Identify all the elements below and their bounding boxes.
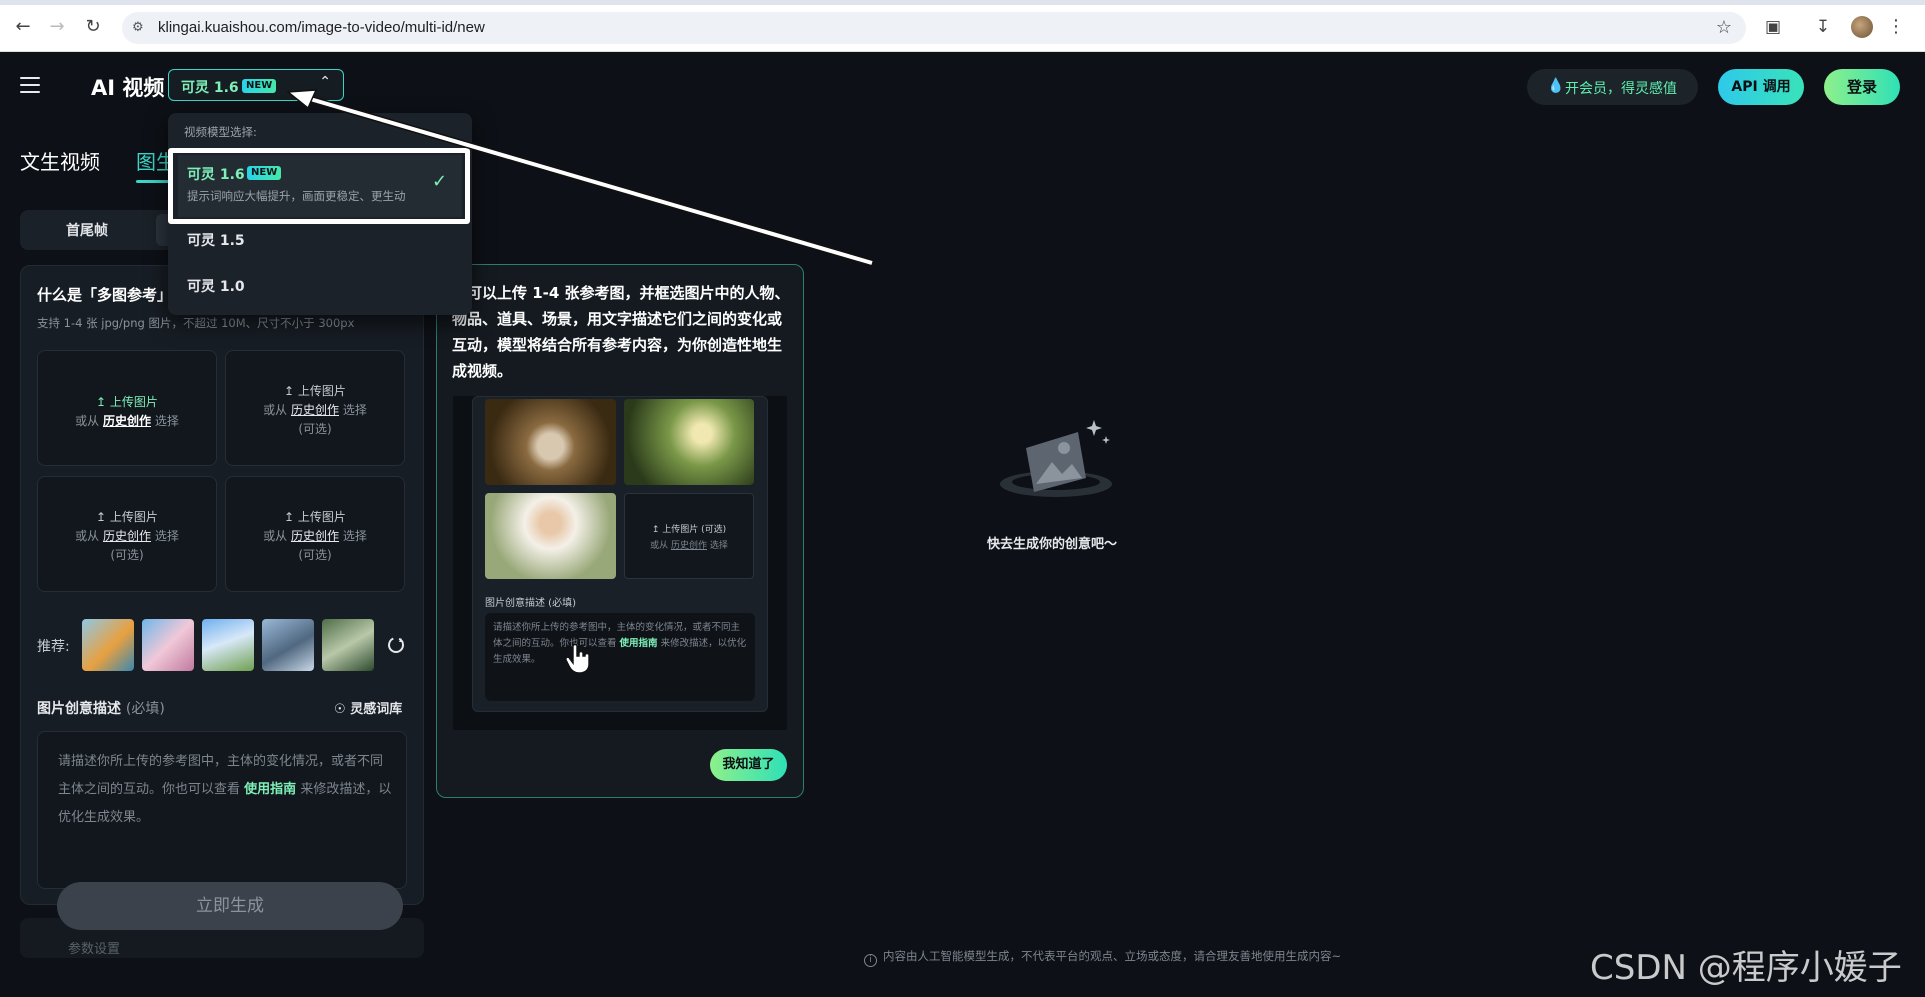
upload-slot-4[interactable]: ↥ 上传图片 或从 历史创作 选择 (可选): [225, 476, 405, 592]
login-button[interactable]: 登录: [1824, 69, 1900, 105]
tab-text-to-video[interactable]: 文生视频: [20, 146, 100, 175]
recommend-thumb-cartoon-cat[interactable]: [142, 619, 194, 671]
menu-icon[interactable]: [20, 76, 42, 94]
hand-cursor-icon: [565, 644, 590, 674]
api-button[interactable]: API 调用: [1718, 69, 1804, 105]
dropdown-new-badge: NEW: [247, 166, 282, 180]
history-link[interactable]: 历史创作: [291, 529, 339, 543]
forward-icon[interactable]: →: [44, 14, 70, 40]
params-label: 参数设置: [68, 942, 121, 957]
empty-state-illustration: [1000, 420, 1112, 497]
watermark: CSDN @程序小媛子: [1590, 948, 1902, 988]
site-info-icon[interactable]: ⚙: [132, 20, 148, 36]
inspiration-library-button[interactable]: ☉ 灵感词库: [334, 698, 402, 717]
dropdown-option-1-5[interactable]: 可灵 1.5: [187, 230, 245, 250]
upload-label: ↥ 上传图片: [284, 510, 346, 524]
tutorial-upload-slot: ↥ 上传图片 (可选) 或从 历史创作 选择: [624, 493, 754, 579]
generate-button[interactable]: 立即生成: [57, 882, 403, 930]
vip-button[interactable]: 💧 开会员，得灵感值: [1527, 69, 1698, 105]
refresh-icon[interactable]: [386, 635, 406, 655]
usage-guide-link[interactable]: 使用指南: [244, 782, 296, 797]
recommend-thumb-goldfish[interactable]: [82, 619, 134, 671]
multi-ref-title[interactable]: 什么是「多图参考」: [37, 284, 172, 305]
vip-label: 开会员，得灵感值: [1565, 81, 1677, 97]
got-it-button[interactable]: 我知道了: [710, 749, 787, 781]
dropdown-heading: 视频模型选择:: [184, 125, 257, 139]
upload-label: ↥ 上传图片: [96, 510, 158, 524]
footer-disclaimer: i 内容由人工智能模型生成，不代表平台的观点、立场或态度，请合理友善地使用生成内容…: [864, 948, 1341, 967]
dropdown-option-1-0[interactable]: 可灵 1.0: [187, 276, 245, 296]
tutorial-text: 你可以上传 1-4 张参考图，并框选图片中的人物、物品、道具、场景，用文字描述它…: [452, 284, 790, 380]
model-select[interactable]: 可灵 1.6 NEW ⌃: [168, 69, 344, 101]
recommend-thumb-eagle[interactable]: [262, 619, 314, 671]
history-select: 或从 历史创作 选择: [263, 403, 367, 417]
browser-chrome: ← → ↻ ⚙ klingai.kuaishou.com/image-to-vi…: [0, 0, 1925, 52]
reload-icon[interactable]: ↻: [80, 14, 106, 40]
upload-slot-1[interactable]: ↥ 上传图片 或从 历史创作 选择: [37, 350, 217, 466]
dropdown-option-name: 可灵 1.6: [187, 167, 245, 183]
app-title: AI 视频: [91, 76, 165, 100]
info-icon: i: [864, 954, 877, 967]
subtab-first-last-frame[interactable]: 首尾帧: [66, 220, 108, 240]
recommend-thumb-girl[interactable]: [322, 619, 374, 671]
multi-ref-hint: 支持 1-4 张 jpg/png 图片，不超过 10M、尺寸不小于 300px: [37, 316, 355, 330]
tutorial-thumb-woman: [485, 493, 616, 579]
extensions-icon[interactable]: ▣: [1760, 14, 1786, 40]
annotation-highlight-box: [168, 148, 470, 224]
history-select: 或从 历史创作 选择: [263, 529, 367, 543]
profile-avatar[interactable]: [1851, 16, 1873, 38]
check-icon: ✓: [432, 171, 448, 192]
address-bar[interactable]: ⚙ klingai.kuaishou.com/image-to-video/mu…: [122, 12, 1746, 44]
optional-label: (可选): [110, 548, 144, 562]
tutorial-thumb-forest: [624, 399, 754, 485]
description-label: 图片创意描述 (必填): [37, 701, 165, 717]
empty-state-text: 快去生成你的创意吧～: [987, 537, 1118, 552]
dropdown-option-desc: 提示词响应大幅提升，画面更稳定、更生动: [187, 189, 406, 203]
upload-label: ↥ 上传图片: [284, 384, 346, 398]
history-link[interactable]: 历史创作: [103, 529, 151, 543]
flame-icon: 💧: [1547, 78, 1565, 94]
history-link[interactable]: 历史创作: [291, 403, 339, 417]
download-icon[interactable]: ↧: [1810, 14, 1836, 40]
optional-label: (可选): [298, 548, 332, 562]
upload-slot-2[interactable]: ↥ 上传图片 或从 历史创作 选择 (可选): [225, 350, 405, 466]
history-select: 或从 历史创作 选择: [75, 529, 179, 543]
history-select: 或从 历史创作 选择: [75, 414, 179, 428]
description-placeholder: 请描述你所上传的参考图中，主体的变化情况，或者不同主体之间的互动。你也可以查看 …: [58, 754, 392, 825]
tab-strip: [0, 0, 1925, 5]
chevron-up-icon: ⌃: [319, 74, 331, 90]
history-link[interactable]: 历史创作: [103, 414, 151, 428]
optional-label: (可选): [298, 422, 332, 436]
upload-label: ↥ 上传图片: [96, 395, 158, 409]
recommend-thumb-cartoon-boy[interactable]: [202, 619, 254, 671]
browser-menu-icon[interactable]: ⋮: [1886, 14, 1906, 40]
tutorial-thumb-dog: [485, 399, 616, 485]
url-text[interactable]: klingai.kuaishou.com/image-to-video/mult…: [158, 19, 485, 36]
tutorial-upload-label: ↥ 上传图片 (可选): [651, 525, 727, 535]
tutorial-desc-text: 请描述你所上传的参考图中，主体的变化情况，或者不同主体之间的互动。你也可以查看 …: [493, 622, 747, 665]
model-select-label: 可灵 1.6: [181, 80, 239, 96]
new-badge: NEW: [242, 79, 277, 93]
upload-slot-3[interactable]: ↥ 上传图片 或从 历史创作 选择 (可选): [37, 476, 217, 592]
recommend-label: 推荐:: [37, 639, 70, 655]
tab-underline: [136, 180, 172, 183]
tutorial-desc-label: 图片创意描述 (必填): [485, 598, 576, 609]
tutorial-history: 或从 历史创作 选择: [650, 541, 728, 551]
description-textarea[interactable]: 请描述你所上传的参考图中，主体的变化情况，或者不同主体之间的互动。你也可以查看 …: [37, 731, 407, 889]
bookmark-star-icon[interactable]: ☆: [1716, 17, 1732, 38]
back-icon[interactable]: ←: [10, 14, 36, 40]
